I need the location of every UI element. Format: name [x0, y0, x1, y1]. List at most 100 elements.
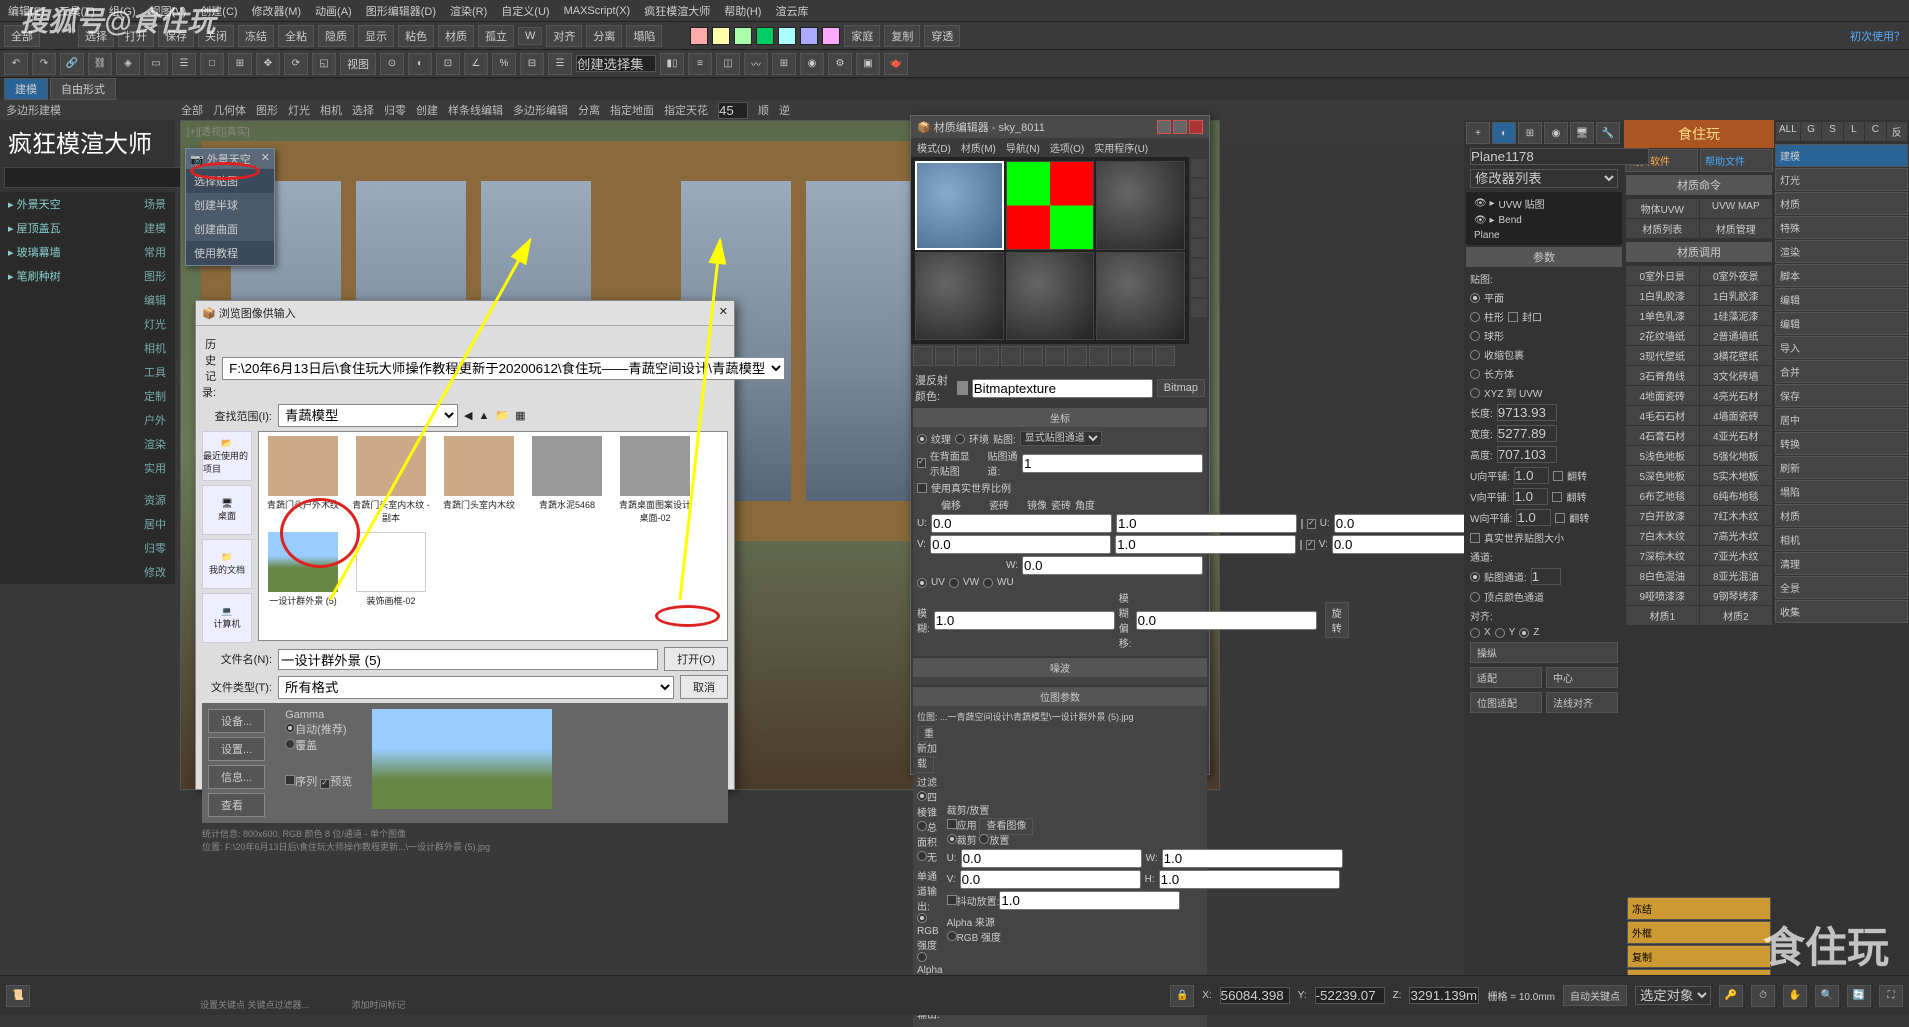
matlib-7-1[interactable]: 4墙面瓷砖 — [1700, 406, 1773, 425]
file-item-3[interactable]: 青蔬水泥5468 — [527, 436, 607, 524]
matlib-5-1[interactable]: 3文化砖墙 — [1700, 366, 1773, 385]
crop-u[interactable] — [961, 849, 1142, 868]
matlib-10-0[interactable]: 5深色地板 — [1626, 466, 1699, 485]
tb2-6[interactable]: 隐质 — [318, 25, 354, 47]
v-offset[interactable] — [930, 535, 1111, 554]
mat-tool-reset[interactable] — [979, 346, 999, 366]
realworld-chk[interactable] — [917, 483, 927, 493]
schematic-icon[interactable]: ⊞ — [772, 53, 796, 75]
vflip-chk[interactable] — [1552, 492, 1562, 502]
map-cyl[interactable] — [1470, 312, 1480, 322]
cat-tree[interactable]: ▸ 笔刷种树 — [0, 264, 135, 288]
cmdbtn-9[interactable]: 合并 — [1775, 360, 1908, 383]
matmenu-options[interactable]: 选项(O) — [1050, 140, 1084, 155]
timetag-label[interactable]: 添加时间标记 — [352, 1000, 406, 1010]
crop-w[interactable] — [1162, 849, 1343, 868]
matmenu-nav[interactable]: 导航(N) — [1006, 140, 1040, 155]
w-angle[interactable] — [1022, 556, 1203, 575]
u-mirror[interactable] — [1301, 519, 1303, 529]
mapch-input[interactable] — [1022, 454, 1203, 473]
mat-side-8[interactable] — [1191, 299, 1207, 317]
align-z[interactable] — [1519, 628, 1529, 638]
matlib-5-0[interactable]: 3石脊角线 — [1626, 366, 1699, 385]
bitmap-path[interactable]: 位图: ...一青蔬空间设计\青蔬模型\一设计群外景 (5).jpg — [917, 710, 1134, 723]
matlib-16-1[interactable]: 9钢琴烤漆 — [1700, 586, 1773, 605]
color-1[interactable] — [690, 27, 708, 45]
file-item-0[interactable]: 青蔬门头户外木纹 — [263, 436, 343, 524]
mat-side-7[interactable] — [1191, 279, 1207, 297]
nav-pan-icon[interactable]: ✋ — [1783, 985, 1807, 1007]
cmdbtn-16[interactable]: 相机 — [1775, 528, 1908, 551]
tb2-17[interactable]: 穿透 — [924, 25, 960, 47]
mat-side-3[interactable] — [1191, 199, 1207, 217]
mat-tool-show[interactable] — [1089, 346, 1109, 366]
cmdbtn-2[interactable]: 材质 — [1775, 192, 1908, 215]
help-btn[interactable]: 帮助文件 — [1700, 149, 1773, 172]
mat-tool-sibling[interactable] — [1155, 346, 1175, 366]
normalign-btn[interactable]: 法线对齐 — [1546, 692, 1618, 713]
cmdbtn-6[interactable]: 编辑 — [1775, 288, 1908, 311]
viewmode-icon[interactable]: ▦ — [515, 409, 525, 422]
cmdbtn-12[interactable]: 转换 — [1775, 432, 1908, 455]
tb2-4[interactable]: 冻结 — [238, 25, 274, 47]
cb1-8[interactable]: 样条线编辑 — [448, 102, 503, 118]
color-6[interactable] — [800, 27, 818, 45]
matlib-4-0[interactable]: 3现代壁纸 — [1626, 346, 1699, 365]
named-sel-icon[interactable]: ☰ — [548, 53, 572, 75]
cb1-2[interactable]: 图形 — [256, 102, 278, 118]
tb2-5[interactable]: 全粘 — [278, 25, 314, 47]
manip-icon[interactable]: ◐ — [408, 53, 432, 75]
object-name-input[interactable] — [1470, 148, 1649, 165]
matlib-16-0[interactable]: 9哑喷漆漆 — [1626, 586, 1699, 605]
info-btn[interactable]: 信息... — [208, 765, 265, 789]
nav-max-icon[interactable]: ⛶ — [1879, 985, 1903, 1007]
coord-header[interactable]: 坐标 — [913, 408, 1207, 427]
cb1-6[interactable]: 归零 — [384, 102, 406, 118]
jitter-chk[interactable] — [947, 895, 957, 905]
tb2-10[interactable]: 孤立 — [478, 25, 514, 47]
rotate-btn[interactable]: 旋转 — [1325, 602, 1349, 638]
bitmapfit-btn[interactable]: 位图适配 — [1470, 692, 1542, 713]
tb2-13[interactable]: 分离 — [586, 25, 622, 47]
bluroff-input[interactable] — [1136, 611, 1317, 630]
setup-btn[interactable]: 设置... — [208, 737, 265, 761]
v-mirror[interactable] — [1300, 540, 1302, 550]
bmp-header[interactable]: 位图参数 — [913, 687, 1207, 706]
tag-light[interactable]: 灯光 — [135, 312, 175, 336]
timeconfig-icon[interactable]: ⏱ — [1751, 985, 1775, 1007]
matlib-6-1[interactable]: 4亮光石材 — [1700, 386, 1773, 405]
matlib-2-0[interactable]: 1单色乳漆 — [1626, 306, 1699, 325]
mat-slot-3[interactable] — [1096, 161, 1185, 250]
matlib-8-1[interactable]: 4亚光石材 — [1700, 426, 1773, 445]
wflip-chk[interactable] — [1555, 513, 1565, 523]
filter-all[interactable]: ALL — [1776, 122, 1800, 141]
menu-maxscript[interactable]: MAXScript(X) — [564, 5, 631, 17]
cb1-10[interactable]: 分离 — [578, 102, 600, 118]
mat-tool-get[interactable] — [913, 346, 933, 366]
bitmap-type-btn[interactable]: Bitmap — [1157, 379, 1205, 397]
selset-select[interactable]: 选定对象 — [1635, 986, 1711, 1005]
cmdbtn-11[interactable]: 居中 — [1775, 408, 1908, 431]
crop-radio[interactable] — [947, 834, 957, 844]
popup-close-icon[interactable]: ✕ — [261, 151, 270, 167]
matlib-14-0[interactable]: 7深棕木纹 — [1626, 546, 1699, 565]
view-btn[interactable]: 查看 — [208, 793, 265, 817]
vw-radio[interactable] — [949, 578, 959, 588]
matlib-0-1[interactable]: 0室外夜景 — [1700, 266, 1773, 285]
back-icon[interactable]: ◀ — [464, 409, 472, 422]
stack-uvw[interactable]: 👁 ▸ UVW 贴图 — [1468, 194, 1620, 213]
scope-select[interactable]: 青蔬模型 — [278, 404, 458, 427]
tb2-11[interactable]: W — [518, 27, 542, 45]
cmdbtn-4[interactable]: 渲染 — [1775, 240, 1908, 263]
matlib-4-1[interactable]: 3横花壁纸 — [1700, 346, 1773, 365]
nav-desktop[interactable]: 🖥桌面 — [202, 485, 252, 535]
align-x[interactable] — [1470, 628, 1480, 638]
wireframe-btn[interactable]: 外框 — [1627, 921, 1771, 944]
copy-btn[interactable]: 复制 — [1627, 945, 1771, 968]
cb1-4[interactable]: 相机 — [320, 102, 342, 118]
tag-tool[interactable]: 工具 — [135, 360, 175, 384]
cmdbtn-13[interactable]: 刷新 — [1775, 456, 1908, 479]
cmdbtn-5[interactable]: 脚本 — [1775, 264, 1908, 287]
tag-shape[interactable]: 图形 — [135, 264, 175, 288]
first-use-link[interactable]: 初次使用？ — [1850, 28, 1905, 44]
